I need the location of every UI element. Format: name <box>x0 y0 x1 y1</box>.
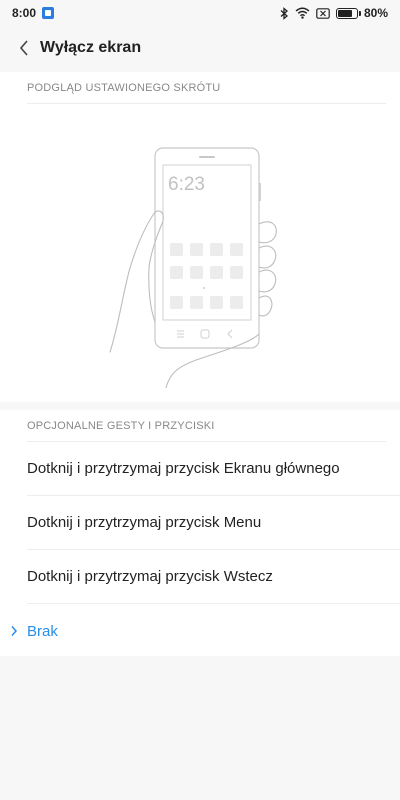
phone-screen-time: 6:23 <box>168 174 205 195</box>
options-section-header: OPCJONALNE GESTY I PRZYCISKI <box>27 410 386 442</box>
preview-section-header: PODGLĄD USTAWIONEGO SKRÓTU <box>27 72 386 104</box>
battery-fill <box>337 9 353 17</box>
option-label: Brak <box>27 622 58 640</box>
options-card: OPCJONALNE GESTY I PRZYCISKI Dotknij i p… <box>0 410 400 656</box>
option-none[interactable]: Brak <box>10 604 400 658</box>
phone-in-hand-illustration: 6:23 <box>109 147 277 388</box>
page-title: Wyłącz ekran <box>40 39 142 56</box>
option-label: Dotknij i przytrzymaj przycisk Wstecz <box>27 568 273 585</box>
no-sim-icon <box>316 7 330 19</box>
status-icons: 80% <box>279 6 388 20</box>
app-header: Wyłącz ekran <box>0 26 400 70</box>
battery-percent: 80% <box>363 6 388 20</box>
option-label: Dotknij i przytrzymaj przycisk Menu <box>27 514 262 531</box>
bluetooth-icon <box>280 6 288 20</box>
status-time: 8:00 <box>12 6 37 20</box>
notification-icon <box>42 7 55 19</box>
preview-card: PODGLĄD USTAWIONEGO SKRÓTU 6:23 <box>0 72 400 402</box>
chevron-right-icon <box>10 625 24 637</box>
option-back-button[interactable]: Dotknij i przytrzymaj przycisk Wstecz <box>27 550 400 604</box>
option-home-button[interactable]: Dotknij i przytrzymaj przycisk Ekranu gł… <box>27 442 400 496</box>
status-bar: 8:00 80% <box>0 0 400 26</box>
back-button[interactable] <box>12 36 36 60</box>
chevron-left-icon <box>19 40 28 56</box>
option-menu-button[interactable]: Dotknij i przytrzymaj przycisk Menu <box>27 496 400 550</box>
option-label: Dotknij i przytrzymaj przycisk Ekranu gł… <box>27 460 340 477</box>
battery-icon <box>335 7 361 19</box>
wifi-icon <box>295 7 310 19</box>
